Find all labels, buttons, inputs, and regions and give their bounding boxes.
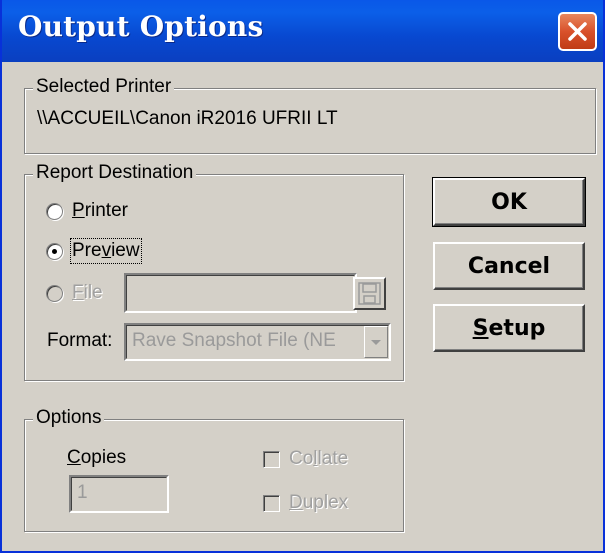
copies-input[interactable]: 1: [69, 475, 169, 513]
options-group: Options Copies 1 Collate Duplex: [24, 406, 404, 532]
format-label: Format:: [47, 330, 113, 351]
window-title: Output Options: [18, 10, 264, 43]
setup-button[interactable]: Setup: [433, 304, 585, 352]
radio-preview-label: Preview: [70, 238, 142, 264]
report-destination-group: Report Destination Printer Preview File: [24, 161, 404, 381]
collate-checkbox[interactable]: Collate: [263, 448, 348, 470]
radio-printer-label: Printer: [72, 200, 128, 221]
selected-printer-group: Selected Printer \\ACCUEIL\Canon iR2016 …: [24, 75, 596, 154]
duplex-checkbox[interactable]: Duplex: [263, 492, 348, 514]
browse-file-button[interactable]: [353, 277, 386, 310]
format-dropdown-button[interactable]: [364, 326, 388, 358]
duplex-box[interactable]: [263, 494, 280, 512]
file-path-input[interactable]: [124, 273, 357, 313]
radio-preview[interactable]: Preview: [46, 237, 142, 265]
options-label: Options: [33, 406, 105, 430]
radio-file-label: File: [72, 282, 103, 303]
ok-button[interactable]: OK: [432, 177, 586, 227]
title-bar[interactable]: Output Options: [2, 0, 603, 62]
format-value: Rave Snapshot File (NE: [132, 330, 336, 351]
cancel-button-label: Cancel: [467, 253, 551, 279]
printer-name: \\ACCUEIL\Canon iR2016 UFRII LT: [37, 108, 338, 129]
radio-printer[interactable]: Printer: [46, 197, 128, 225]
copies-label: Copies: [67, 447, 127, 468]
ok-button-label: OK: [491, 189, 527, 215]
report-destination-label: Report Destination: [33, 161, 197, 185]
radio-file-circle[interactable]: [46, 284, 63, 302]
save-disk-icon: [358, 282, 381, 305]
format-combobox[interactable]: Rave Snapshot File (NE: [124, 323, 391, 361]
collate-box[interactable]: [263, 450, 280, 468]
setup-button-label: Setup: [472, 315, 546, 341]
selected-printer-label: Selected Printer: [33, 75, 175, 99]
radio-printer-circle[interactable]: [46, 202, 63, 220]
dropdown-arrow-icon: [371, 340, 381, 345]
copies-value: 1: [77, 482, 88, 503]
radio-preview-circle[interactable]: [46, 242, 63, 260]
output-options-dialog: Output Options Selected Printer \\ACCUEI…: [0, 0, 605, 553]
radio-file[interactable]: File: [46, 279, 103, 307]
collate-label: Collate: [289, 448, 349, 469]
close-icon: [568, 22, 587, 41]
close-button[interactable]: [558, 12, 597, 51]
cancel-button[interactable]: Cancel: [433, 242, 585, 290]
duplex-label: Duplex: [289, 492, 349, 513]
